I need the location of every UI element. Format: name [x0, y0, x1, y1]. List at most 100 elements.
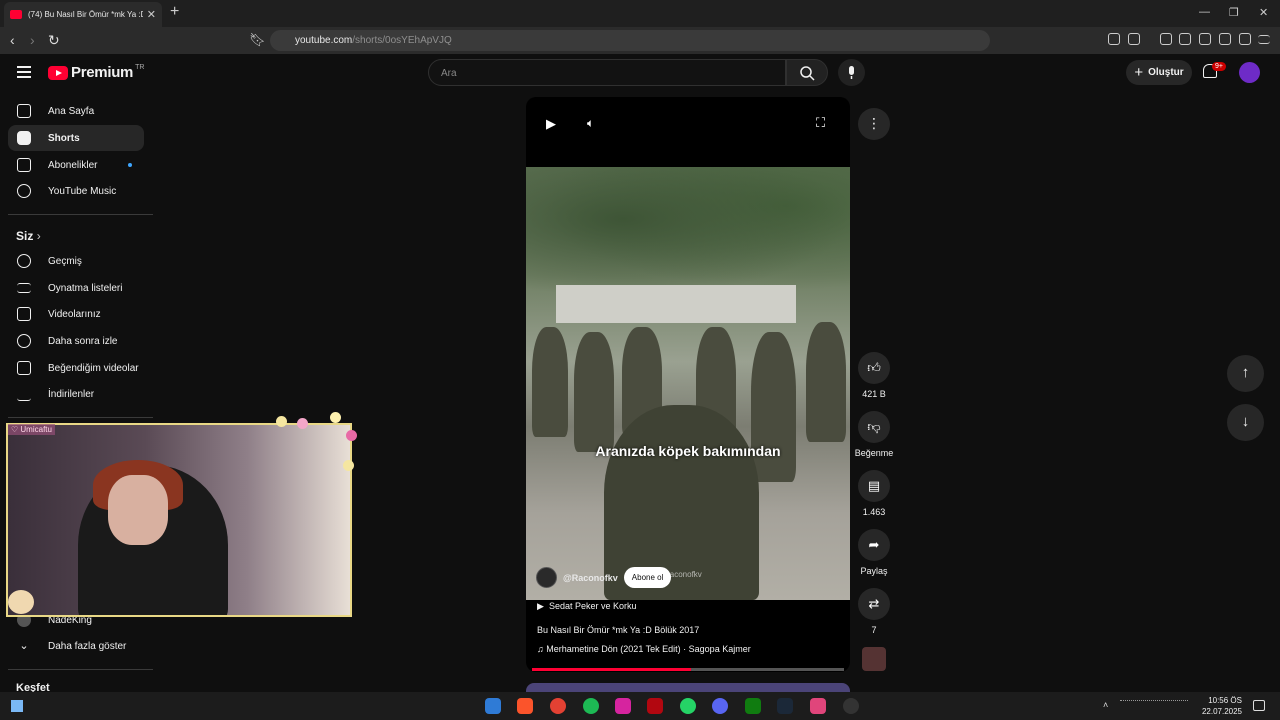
- youtube-premium-logo[interactable]: Premium TR: [48, 64, 144, 81]
- netflix-icon[interactable]: [647, 698, 663, 714]
- remix-button[interactable]: ⇄ 7: [850, 588, 898, 635]
- menu-icon[interactable]: [1258, 35, 1270, 44]
- play-icon[interactable]: ▶: [546, 116, 556, 132]
- steam-icon[interactable]: [777, 698, 793, 714]
- thumbs-up-icon: [17, 361, 31, 375]
- shield-icon[interactable]: [1239, 33, 1251, 45]
- sidebar-item-playlists[interactable]: Oynatma listeleri: [8, 275, 144, 301]
- flower-decoration: [297, 418, 308, 429]
- windows-taskbar: [0, 692, 1280, 720]
- previous-short-button[interactable]: ↑: [1227, 355, 1264, 392]
- bookmark-icon[interactable]: 🔖︎: [249, 32, 266, 48]
- photos-icon[interactable]: [810, 698, 826, 714]
- sidebar-item-youtube-music[interactable]: YouTube Music: [8, 178, 144, 204]
- short-video-frame[interactable]: Aranızda köpek bakımından Raconofkv: [526, 167, 850, 600]
- search-button[interactable]: [786, 59, 828, 86]
- music-icon[interactable]: [1160, 33, 1172, 45]
- cat-mascot-icon: [8, 590, 34, 614]
- xbox-icon[interactable]: [745, 698, 761, 714]
- channel-avatar[interactable]: [536, 567, 557, 588]
- sidebar-item-downloads[interactable]: İndirilenler: [8, 381, 144, 407]
- tab-title: (74) Bu Nasıl Bir Ömür *mk Ya :D: [28, 10, 143, 19]
- forward-icon[interactable]: ›: [30, 32, 35, 48]
- extensions-icon[interactable]: [1108, 33, 1120, 45]
- sidebar-toggle-icon[interactable]: [1179, 33, 1191, 45]
- sidebar-item-shorts[interactable]: Shorts: [8, 125, 144, 151]
- screenshot-icon[interactable]: [1128, 33, 1140, 45]
- more-options-icon[interactable]: ⋮: [858, 108, 890, 140]
- back-icon[interactable]: ‹: [10, 32, 15, 48]
- music-label: Merhametine Dön (2021 Tek Edit) · Sagopa…: [546, 644, 751, 654]
- discord-icon[interactable]: [712, 698, 728, 714]
- sidebar-divider: [8, 669, 153, 670]
- address-bar-row: ‹ › ↻ youtube.com/shorts/0osYEhApVJQ: [0, 27, 1280, 54]
- channel-name[interactable]: @Raconofkv: [563, 573, 618, 583]
- url-host: youtube.com: [295, 35, 353, 46]
- like-button[interactable]: 👍︎ 421 B: [850, 352, 898, 399]
- browser-tab[interactable]: (74) Bu Nasıl Bir Ömür *mk Ya :D ✕: [4, 2, 162, 27]
- leo-ai-icon[interactable]: [1219, 33, 1231, 45]
- close-tab-icon[interactable]: ✕: [147, 8, 156, 21]
- sidebar-divider: [8, 214, 153, 215]
- sidebar-item-history[interactable]: Geçmiş: [8, 248, 144, 274]
- download-icon: [17, 387, 31, 401]
- tray-icons[interactable]: [1120, 700, 1188, 712]
- siz-section-title[interactable]: Siz ›: [16, 229, 41, 243]
- new-tab-icon[interactable]: +: [170, 3, 179, 21]
- instagram-icon[interactable]: [615, 698, 631, 714]
- history-icon: [17, 254, 31, 268]
- video-progress-bar[interactable]: [532, 668, 844, 671]
- playlists-icon: [17, 283, 31, 293]
- sidebar-item-label: Oynatma listeleri: [48, 282, 123, 294]
- windows-start-icon[interactable]: [11, 700, 23, 712]
- fullscreen-icon[interactable]: ⛶: [816, 115, 825, 131]
- sidebar-item-home[interactable]: Ana Sayfa: [8, 98, 144, 124]
- music-link[interactable]: ♫ Merhametine Dön (2021 Tek Edit) · Sago…: [537, 644, 751, 654]
- close-window-icon[interactable]: ✕: [1259, 6, 1268, 19]
- url-field[interactable]: youtube.com/shorts/0osYEhApVJQ: [270, 30, 990, 51]
- search-input[interactable]: Ara: [428, 59, 786, 86]
- whatsapp-icon[interactable]: [680, 698, 696, 714]
- brave-icon[interactable]: [517, 698, 533, 714]
- sidebar-item-label: Beğendiğim videolar: [48, 362, 139, 374]
- obs-icon[interactable]: [843, 698, 859, 714]
- youtube-music-icon: [17, 184, 31, 198]
- share-icon: ➦: [858, 529, 890, 561]
- remix-icon: ⇄: [858, 588, 890, 620]
- notification-count-badge: 9+: [1212, 62, 1226, 71]
- volume-icon[interactable]: 🔈︎: [587, 116, 594, 131]
- subscribe-button[interactable]: Abone ol: [623, 567, 672, 588]
- shorts-player[interactable]: ▶ 🔈︎ ⛶ Aranızda köpek bakımından Raconof…: [526, 97, 850, 672]
- wallet-icon[interactable]: [1199, 33, 1211, 45]
- sidebar-item-liked-videos[interactable]: Beğendiğim videolar: [8, 355, 144, 381]
- tray-chevron-icon[interactable]: ˄: [1103, 700, 1108, 710]
- restore-icon[interactable]: ❐: [1229, 6, 1239, 19]
- comments-button[interactable]: ▤ 1.463: [850, 470, 898, 517]
- chrome-icon[interactable]: [550, 698, 566, 714]
- account-avatar[interactable]: [1239, 62, 1260, 83]
- comment-icon: ▤: [858, 470, 890, 502]
- url-path: /shorts/0osYEhApVJQ: [352, 35, 452, 46]
- like-count: 421 B: [862, 389, 886, 399]
- sidebar-item-your-videos[interactable]: Videolarınız: [8, 301, 144, 327]
- hamburger-menu-icon[interactable]: [17, 66, 31, 81]
- share-button[interactable]: ➦ Paylaş: [850, 529, 898, 576]
- sidebar-show-more[interactable]: ⌄ Daha fazla göster: [8, 633, 144, 659]
- playlist-link[interactable]: ▶ Sedat Peker ve Korku: [537, 601, 637, 612]
- voice-search-button[interactable]: [838, 59, 865, 86]
- sidebar-item-subscriptions[interactable]: Abonelikler: [8, 152, 144, 178]
- taskbar-clock[interactable]: 10:56 ÖS 22.07.2025: [1200, 695, 1242, 717]
- sound-thumbnail[interactable]: [862, 647, 886, 671]
- sidebar-item-watch-later[interactable]: Daha sonra izle: [8, 328, 144, 354]
- create-button[interactable]: + Oluştur: [1126, 60, 1192, 85]
- reload-icon[interactable]: ↻: [48, 32, 60, 49]
- dislike-button[interactable]: 👎︎ Beğenme: [850, 411, 898, 458]
- logo-text: Premium: [71, 64, 134, 81]
- video-soldier: [751, 332, 796, 482]
- notification-center-icon[interactable]: [1253, 700, 1265, 711]
- spotify-icon[interactable]: [583, 698, 599, 714]
- next-short-button[interactable]: ↓: [1227, 404, 1264, 441]
- create-label: Oluştur: [1148, 67, 1184, 78]
- minimize-icon[interactable]: —: [1199, 6, 1210, 18]
- outlook-icon[interactable]: [485, 698, 501, 714]
